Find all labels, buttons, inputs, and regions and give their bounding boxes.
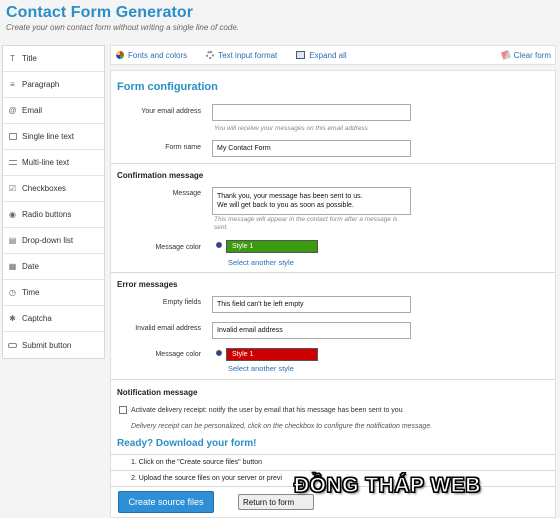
- error-style-swatch[interactable]: Style 1: [226, 348, 318, 361]
- sidebar-item-label: Time: [22, 288, 40, 297]
- sidebar-item-label: Radio buttons: [22, 210, 72, 219]
- form-config-heading: Form configuration: [117, 81, 218, 93]
- checkbox-icon: ☑: [8, 184, 17, 193]
- sidebar-item-dropdown[interactable]: ▤ Drop-down list: [3, 228, 104, 254]
- textarea-icon: [8, 158, 17, 167]
- button-icon: [8, 341, 17, 350]
- app-header: Contact Form Generator Create your own c…: [6, 4, 239, 32]
- gear-icon: [206, 51, 215, 59]
- expand-all-button[interactable]: Expand all: [296, 51, 347, 60]
- sidebar-item-title[interactable]: T Title: [3, 46, 104, 72]
- step-1: 1. Click on the "Create source files" bu…: [131, 459, 263, 466]
- sidebar-item-checkboxes[interactable]: ☑ Checkboxes: [3, 176, 104, 202]
- divider: [111, 470, 555, 471]
- sidebar-item-label: Title: [22, 54, 37, 63]
- text-field-icon: [8, 132, 17, 141]
- title-icon: T: [10, 54, 15, 63]
- confirmation-heading: Confirmation message: [117, 171, 204, 180]
- step-2: 2. Upload the source files on your serve…: [131, 475, 282, 482]
- sidebar-item-label: Submit button: [22, 340, 72, 350]
- eraser-icon: [500, 49, 511, 61]
- captcha-icon: ✱: [9, 314, 16, 323]
- divider: [111, 163, 555, 164]
- sidebar-item-label: Multi-line text: [22, 158, 70, 167]
- clear-form-button[interactable]: Clear form: [500, 49, 551, 61]
- text-input-format-button[interactable]: Text input format: [206, 51, 277, 60]
- sidebar-item-single-line[interactable]: Single line text: [3, 124, 104, 150]
- delivery-receipt-label: Activate delivery receipt: notify the us…: [131, 407, 403, 414]
- sidebar-item-time[interactable]: ◷ Time: [3, 280, 104, 306]
- sidebar-item-label: Paragraph: [22, 80, 60, 89]
- expand-icon: [296, 51, 306, 59]
- sidebar-item-label: Date: [22, 262, 39, 271]
- confirmation-message-textarea[interactable]: Thank you, your message has been sent to…: [212, 187, 411, 215]
- form-name-field[interactable]: My Contact Form: [212, 140, 411, 157]
- dropdown-icon: ▤: [8, 236, 17, 245]
- select-style-link[interactable]: Select another style: [228, 364, 294, 373]
- download-heading: Ready? Download your form!: [117, 438, 257, 449]
- email-label: Your email address: [141, 108, 201, 115]
- select-style-link[interactable]: Select another style: [228, 258, 294, 267]
- empty-fields-input[interactable]: This field can't be left empty: [212, 296, 411, 313]
- divider: [111, 272, 555, 273]
- toolbar: Fonts and colors Text input format Expan…: [110, 45, 556, 65]
- error-messages-heading: Error messages: [117, 280, 178, 289]
- style-radio[interactable]: [216, 350, 222, 356]
- confirmation-message-label: Message: [172, 190, 201, 197]
- confirmation-style-swatch[interactable]: Style 1: [226, 240, 318, 253]
- radio-icon: ◉: [9, 210, 16, 219]
- email-help: You will receive your messages on this e…: [214, 125, 368, 132]
- sidebar-item-captcha[interactable]: ✱ Captcha: [3, 306, 104, 332]
- delivery-receipt-checkbox[interactable]: [119, 406, 127, 414]
- confirmation-help: This message will appear in the contact …: [214, 216, 398, 231]
- divider: [111, 454, 555, 455]
- form-config-panel: Form configuration Your email address Yo…: [110, 70, 556, 518]
- sidebar-item-date[interactable]: ▦ Date: [3, 254, 104, 280]
- palette-icon: [116, 51, 124, 59]
- clock-icon: ◷: [9, 288, 16, 297]
- app-subtitle: Create your own contact form without wri…: [6, 23, 240, 32]
- app-title: Contact Form Generator: [6, 4, 194, 21]
- form-name-label: Form name: [165, 144, 201, 151]
- sidebar-item-radio[interactable]: ◉ Radio buttons: [3, 202, 104, 228]
- style-radio[interactable]: [216, 242, 222, 248]
- sidebar-item-submit[interactable]: Submit button: [3, 332, 104, 358]
- confirmation-color-label: Message color: [155, 244, 201, 251]
- sidebar-item-label: Single line text: [22, 132, 75, 141]
- sidebar-item-paragraph[interactable]: ≡ Paragraph: [3, 72, 104, 98]
- divider: [111, 379, 555, 380]
- calendar-icon: ▦: [8, 262, 17, 271]
- email-field[interactable]: [212, 104, 411, 121]
- sidebar-item-label: Drop-down list: [22, 236, 74, 245]
- fonts-colors-button[interactable]: Fonts and colors: [116, 51, 187, 60]
- watermark: ĐỒNG THÁP WEB: [294, 474, 481, 498]
- invalid-email-input[interactable]: Invalid email address: [212, 322, 411, 339]
- empty-fields-label: Empty fields: [162, 299, 201, 306]
- field-sidebar: T Title ≡ Paragraph @ Email Single line …: [2, 45, 105, 359]
- error-color-label: Message color: [155, 351, 201, 358]
- sidebar-item-email[interactable]: @ Email: [3, 98, 104, 124]
- at-icon: @: [8, 106, 17, 115]
- notification-help: Delivery receipt can be personalized, cl…: [131, 423, 433, 430]
- sidebar-item-label: Email: [22, 106, 43, 115]
- sidebar-item-label: Captcha: [22, 314, 52, 323]
- invalid-email-label: Invalid email address: [135, 325, 201, 332]
- paragraph-icon: ≡: [10, 80, 15, 89]
- sidebar-item-label: Checkboxes: [22, 184, 67, 193]
- create-source-files-button[interactable]: Create source files: [118, 491, 214, 513]
- sidebar-item-multi-line[interactable]: Multi-line text: [3, 150, 104, 176]
- notification-heading: Notification message: [117, 388, 198, 397]
